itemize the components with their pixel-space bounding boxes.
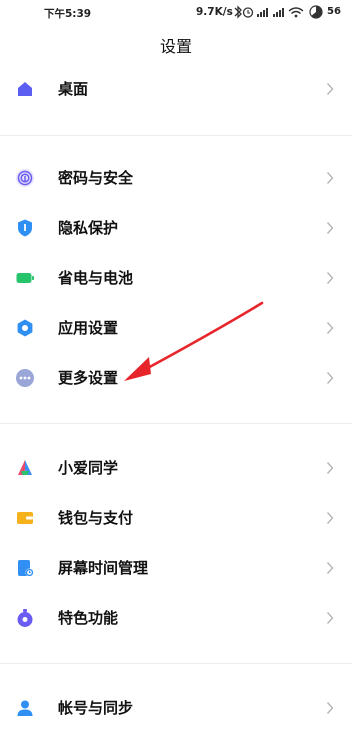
wallet-icon — [17, 512, 33, 524]
more-dots-icon — [16, 369, 34, 387]
settings-item-xiaoai[interactable]: 小爱同学 — [0, 443, 352, 493]
battery-icon — [16, 273, 34, 283]
account-icon — [17, 700, 33, 716]
chevron-right-icon — [326, 372, 334, 384]
chevron-right-icon — [326, 562, 334, 574]
alarm-icon — [242, 7, 254, 18]
section-divider — [0, 663, 352, 664]
settings-item-password-security[interactable]: 密码与安全 — [0, 153, 352, 203]
shield-icon — [18, 219, 32, 237]
home-icon — [18, 82, 32, 96]
chevron-right-icon — [326, 702, 334, 714]
chevron-right-icon — [326, 322, 334, 334]
settings-item-label: 隐私保护 — [58, 219, 119, 237]
page-title: 设置 — [159, 37, 192, 56]
settings-item-label: 屏幕时间管理 — [58, 559, 149, 577]
settings-item-desktop[interactable]: 桌面 — [0, 64, 352, 114]
xiaoai-icon — [18, 460, 32, 475]
gear-icon — [17, 319, 33, 337]
status-bar: 下午5:39 9.7K/s 56 — [0, 0, 352, 26]
signal-icon-2 — [273, 8, 284, 17]
status-net-rate: 9.7K/s — [196, 6, 233, 18]
settings-item-label: 省电与电池 — [58, 269, 134, 287]
chevron-right-icon — [326, 612, 334, 624]
feature-icon — [17, 609, 33, 627]
chevron-right-icon — [326, 512, 334, 524]
bluetooth-icon — [234, 5, 242, 19]
settings-item-more-settings[interactable]: 更多设置 — [0, 353, 352, 403]
screen-time-icon — [18, 560, 34, 577]
signal-icon-1 — [257, 8, 268, 17]
chevron-right-icon — [326, 172, 334, 184]
chevron-right-icon — [326, 272, 334, 284]
settings-item-account-sync[interactable]: 帐号与同步 — [0, 683, 352, 733]
settings-item-privacy[interactable]: 隐私保护 — [0, 203, 352, 253]
battery-status-icon — [309, 5, 323, 19]
settings-item-label: 密码与安全 — [58, 169, 134, 187]
settings-item-wallet[interactable]: 钱包与支付 — [0, 493, 352, 543]
section-divider — [0, 135, 352, 136]
settings-item-label: 特色功能 — [58, 609, 119, 627]
settings-item-label: 桌面 — [58, 80, 89, 98]
settings-item-label: 钱包与支付 — [58, 509, 134, 527]
section-divider — [0, 423, 352, 424]
chevron-right-icon — [326, 462, 334, 474]
settings-item-label: 小爱同学 — [58, 459, 119, 477]
status-icons — [234, 5, 304, 19]
settings-item-screen-time[interactable]: 屏幕时间管理 — [0, 543, 352, 593]
status-time: 下午5:39 — [44, 8, 92, 20]
chevron-right-icon — [326, 83, 334, 95]
settings-item-label: 帐号与同步 — [58, 699, 134, 717]
fingerprint-icon — [16, 169, 34, 187]
wifi-icon — [288, 7, 304, 15]
settings-item-battery[interactable]: 省电与电池 — [0, 253, 352, 303]
settings-item-features[interactable]: 特色功能 — [0, 593, 352, 643]
battery-percent: 56 — [327, 6, 341, 17]
settings-item-app-settings[interactable]: 应用设置 — [0, 303, 352, 353]
chevron-right-icon — [326, 222, 334, 234]
settings-item-label: 应用设置 — [58, 319, 119, 337]
settings-item-label: 更多设置 — [58, 369, 119, 387]
